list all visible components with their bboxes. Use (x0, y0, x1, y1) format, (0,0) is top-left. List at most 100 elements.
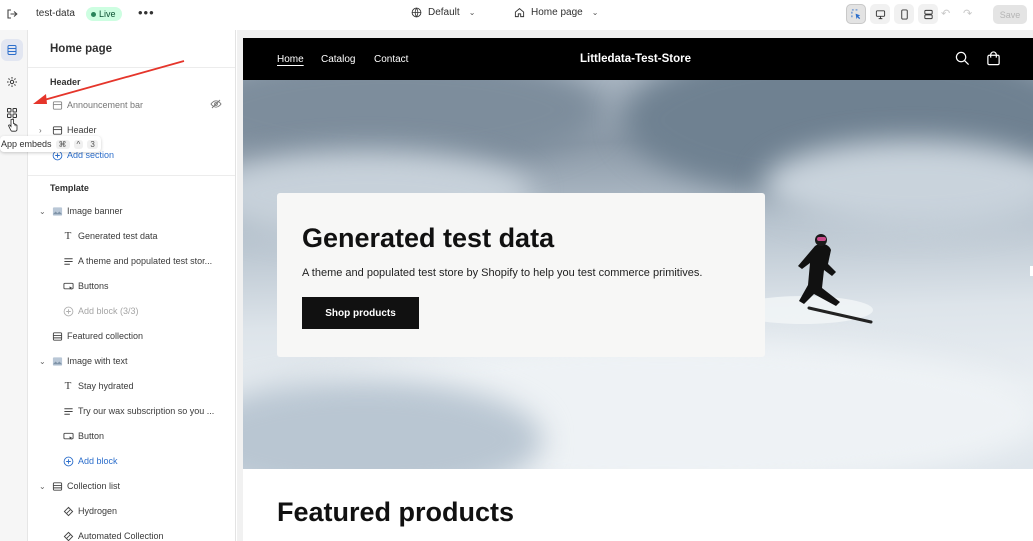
add-block-disabled: Add block (3/3) (28, 301, 235, 321)
page-label: Home page (531, 7, 583, 18)
status-label: Live (99, 9, 116, 19)
fullscreen-view-button[interactable] (918, 4, 938, 24)
image-section-icon (51, 355, 63, 367)
add-block-label: Add block (78, 456, 118, 466)
editor-topbar: test-data Live ••• Default ⌄ Home page ⌄… (0, 0, 1033, 30)
plus-circle-icon (62, 455, 74, 467)
tooltip-label: App embeds (1, 139, 52, 149)
block-item-heading[interactable]: T Stay hydrated (28, 376, 235, 396)
sections-icon (7, 45, 17, 55)
store-preview: Home Catalog Contact Littledata-Test-Sto… (243, 38, 1033, 541)
block-item-collection[interactable]: Hydrogen (28, 501, 235, 521)
undo-icon[interactable]: ↶ (941, 7, 950, 20)
cart-icon[interactable] (986, 51, 1001, 71)
image-section-icon (51, 205, 63, 217)
shortcut-key-command: ⌘ (55, 139, 70, 149)
nav-link-contact[interactable]: Contact (374, 54, 408, 65)
hand-pointer-icon (8, 118, 18, 132)
divider (28, 175, 235, 176)
block-label: Try our wax subscription so you ... (78, 406, 215, 416)
block-item-collection[interactable]: Automated Collection (28, 526, 235, 541)
block-label: Buttons (78, 281, 109, 291)
section-icon (51, 330, 63, 342)
block-item-heading[interactable]: T Generated test data (28, 226, 235, 246)
theme-settings-button[interactable] (1, 71, 23, 93)
inspector-tool-button[interactable] (846, 4, 866, 24)
chevron-right-icon[interactable]: › (39, 126, 42, 135)
mobile-view-button[interactable] (894, 4, 914, 24)
image-banner[interactable]: Generated test data A theme and populate… (243, 80, 1033, 469)
search-icon[interactable] (955, 51, 970, 71)
section-label: Image with text (67, 356, 128, 366)
shortcut-key-control: ^ (73, 139, 84, 149)
section-icon (51, 99, 63, 111)
divider (28, 67, 235, 68)
paragraph-icon (62, 405, 74, 417)
block-label: Button (78, 431, 105, 441)
button-block-icon (62, 280, 74, 292)
block-label: Generated test data (78, 231, 158, 241)
block-label: Stay hydrated (78, 381, 134, 391)
redo-icon[interactable]: ↷ (963, 7, 972, 20)
plus-circle-icon (62, 305, 74, 317)
page-selector[interactable]: Home page ⌄ (514, 7, 598, 18)
section-label: Featured collection (67, 331, 144, 341)
sections-button[interactable] (1, 39, 23, 61)
section-label: Image banner (67, 206, 123, 216)
nav-link-catalog[interactable]: Catalog (321, 54, 355, 65)
desktop-view-button[interactable] (870, 4, 890, 24)
paragraph-icon (62, 255, 74, 267)
chevron-down-icon[interactable]: ⌄ (39, 207, 46, 216)
desktop-icon (875, 9, 885, 19)
editor-rail (0, 30, 28, 541)
chevron-down-icon: ⌄ (591, 8, 599, 17)
page-title: Home page (50, 43, 112, 55)
hero-cloud (763, 140, 1033, 230)
section-label: Announcement bar (67, 100, 144, 110)
eye-hidden-icon[interactable] (210, 98, 222, 112)
more-actions-button[interactable]: ••• (138, 5, 155, 20)
gear-icon (7, 77, 17, 87)
add-block-button[interactable]: Add block (28, 451, 235, 471)
nav-link-home[interactable]: Home (277, 54, 304, 65)
add-block-label: Add block (3/3) (78, 306, 139, 316)
template-group-heading: Template (50, 183, 89, 193)
chevron-down-icon[interactable]: ⌄ (39, 357, 46, 366)
section-icon (51, 480, 63, 492)
globe-icon (411, 7, 422, 18)
block-item-text[interactable]: Try our wax subscription so you ... (28, 401, 235, 421)
fullscreen-icon (923, 9, 933, 19)
shop-products-button[interactable]: Shop products (302, 297, 419, 329)
block-item-text[interactable]: A theme and populated test stor... (28, 251, 235, 271)
shortcut-key-3: 3 (87, 139, 98, 149)
store-logo[interactable]: Littledata-Test-Store (580, 53, 691, 65)
save-button[interactable]: Save (993, 5, 1027, 24)
hero-heading: Generated test data (302, 223, 555, 253)
block-item-buttons[interactable]: Buttons (28, 276, 235, 296)
text-icon: T (64, 230, 72, 242)
sections-sidebar: Home page Header Announcement bar › Head… (28, 30, 236, 541)
text-icon: T (64, 380, 72, 392)
status-dot-icon (91, 11, 96, 17)
section-item-image-with-text[interactable]: ⌄ Image with text (28, 351, 235, 371)
chevron-down-icon[interactable]: ⌄ (39, 482, 46, 491)
hero-content-card: Generated test data A theme and populate… (277, 193, 765, 357)
home-icon (514, 8, 525, 18)
block-label: Hydrogen (78, 506, 118, 516)
exit-icon[interactable] (4, 6, 20, 22)
store-name: test-data (36, 8, 75, 19)
theme-label: Default (428, 7, 460, 18)
store-header: Home Catalog Contact Littledata-Test-Sto… (243, 38, 1033, 80)
mobile-icon (900, 8, 908, 20)
block-item-button[interactable]: Button (28, 426, 235, 446)
featured-products-heading: Featured products (277, 497, 515, 527)
collection-tag-icon (62, 505, 74, 517)
theme-selector[interactable]: Default ⌄ (411, 7, 475, 18)
section-item-collection-list[interactable]: ⌄ Collection list (28, 476, 235, 496)
section-item-announcement-bar[interactable]: Announcement bar (28, 95, 235, 115)
snowboarder-figure (763, 234, 873, 324)
section-item-image-banner[interactable]: ⌄ Image banner (28, 201, 235, 221)
status-badge: Live (86, 7, 122, 21)
section-item-featured-collection[interactable]: Featured collection (28, 326, 235, 346)
collection-tag-icon (62, 530, 74, 541)
